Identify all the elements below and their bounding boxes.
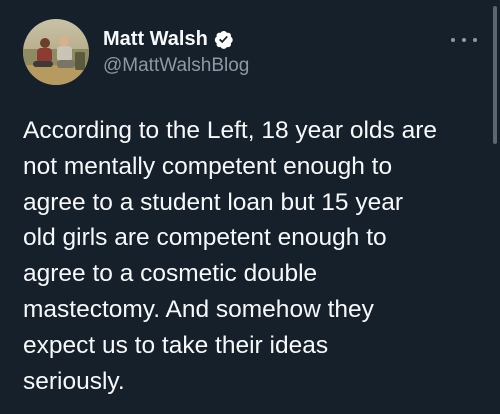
more-options-icon[interactable]	[451, 33, 477, 47]
author-display-name[interactable]: Matt Walsh	[103, 28, 208, 51]
author-handle[interactable]: @MattWalshBlog	[103, 55, 249, 77]
avatar-photo	[23, 19, 89, 85]
author-avatar[interactable]	[23, 19, 89, 85]
tweet-card: Matt Walsh @MattWalshBlog According to t…	[0, 0, 500, 414]
scrollbar[interactable]	[493, 6, 497, 144]
more-dot	[473, 38, 477, 42]
display-name-row: Matt Walsh	[103, 27, 249, 51]
author-info: Matt Walsh @MattWalshBlog	[103, 27, 249, 77]
tweet-text: According to the Left, 18 year olds are …	[23, 117, 438, 395]
more-dot	[451, 38, 455, 42]
verified-badge-icon	[213, 29, 234, 50]
more-dot	[462, 38, 466, 42]
